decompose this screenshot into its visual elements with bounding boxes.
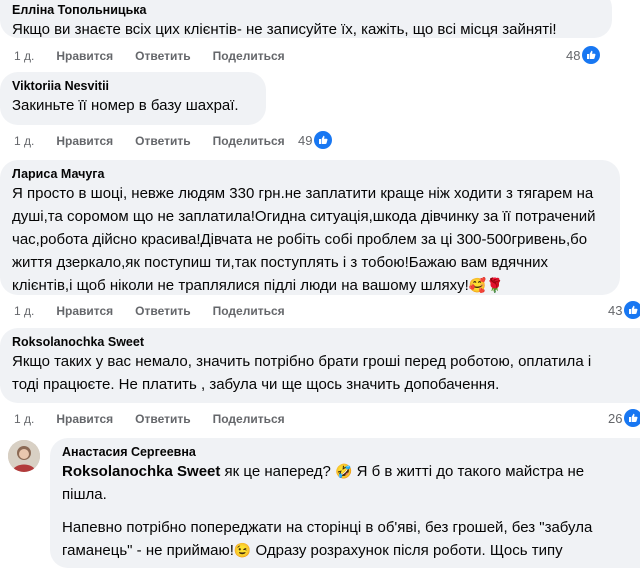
reaction-count-4[interactable]: 26 [608, 409, 640, 427]
reply-text-part: як це наперед? [220, 463, 336, 480]
reply-text-line: гаманець" - не приймаю!😉 Одразу розрахун… [62, 539, 628, 562]
reply-button[interactable]: Ответить [135, 134, 190, 148]
comment-text: Якщо ви знаєте всіх цих клієнтів- не зап… [12, 21, 557, 38]
reply-author[interactable]: Анастасия Сергеевна [62, 444, 628, 460]
comment-actions-3: 1 д. Нравится Ответить Поделиться [14, 303, 307, 319]
like-button[interactable]: Нравится [56, 412, 113, 426]
reply-button[interactable]: Ответить [135, 412, 190, 426]
avatar[interactable] [8, 440, 40, 472]
like-icon [624, 301, 640, 319]
comment-text-line: час,робота дійсно красива!Дівчата не роб… [12, 231, 588, 248]
reply-text-line: Roksolanochka Sweet як це наперед? 🤣 Я б… [62, 460, 628, 483]
reply-text-part: Одразу розрахунок після роботи. Щось тип… [251, 542, 563, 559]
reply-button[interactable]: Ответить [135, 304, 190, 318]
like-count: 43 [608, 302, 623, 318]
reply-spacer [62, 506, 628, 516]
share-button[interactable]: Поделиться [213, 49, 285, 63]
like-button[interactable]: Нравится [56, 134, 113, 148]
comment-text-line: тоді працюєте. Не платить , забула чи ще… [12, 376, 500, 393]
share-button[interactable]: Поделиться [213, 412, 285, 426]
like-count: 49 [298, 132, 313, 148]
reaction-count-2[interactable]: 49 [298, 131, 333, 149]
comment-author[interactable]: Viktoriia Nesvitii [12, 78, 254, 94]
comment-text-line: життя дзеркало,як поступиш ти,так поступ… [12, 254, 549, 271]
share-button[interactable]: Поделиться [213, 134, 285, 148]
reply-text-line: пішла. [62, 486, 107, 503]
like-icon [582, 46, 601, 64]
comment-text: Закиньте її номер в базу шахраї. [12, 97, 239, 114]
emoji-heart-rose: 🥰🌹 [468, 277, 504, 293]
comment-text-line: Я просто в шоці, невже людям 330 грн.не … [12, 185, 594, 202]
winking-emoji: 😉 [233, 542, 252, 558]
reply-text-line: Напевно потрібно попереджати на сторінці… [62, 519, 593, 536]
reaction-count-3[interactable]: 43 [608, 301, 640, 319]
share-button[interactable]: Поделиться [213, 304, 285, 318]
reply-bubble: Анастасия Сергеевна Roksolanochka Sweet … [50, 438, 640, 568]
like-icon [314, 131, 333, 149]
reply-text-part: гаманець" - не приймаю! [62, 542, 234, 559]
reply-button[interactable]: Ответить [135, 49, 190, 63]
comment-bubble-3: Лариса Мачуга Я просто в шоці, невже люд… [0, 160, 620, 295]
avatar-image [8, 440, 40, 472]
comment-author[interactable]: Лариса Мачуга [12, 166, 608, 182]
comment-bubble-2: Viktoriia Nesvitii Закиньте її номер в б… [0, 72, 266, 125]
comment-text-line: клієнтів,і щоб ніколи не траплялися підл… [12, 274, 608, 297]
comment-author[interactable]: Елліна Топольницька [12, 2, 600, 18]
comment-text-line: Якщо таких у вас немало, значить потрібн… [12, 353, 592, 370]
comment-text-last: клієнтів,і щоб ніколи не траплялися підл… [12, 277, 469, 294]
comment-text-line: душі,та соромом що не заплатила!Огидна с… [12, 208, 596, 225]
comment-age[interactable]: 1 д. [14, 134, 34, 148]
comment-age[interactable]: 1 д. [14, 304, 34, 318]
like-icon [624, 409, 640, 427]
comment-actions-4: 1 д. Нравится Ответить Поделиться [14, 411, 307, 427]
like-count: 26 [608, 410, 623, 426]
laughing-emoji: 🤣 [335, 463, 353, 479]
mention-link[interactable]: Roksolanochka Sweet [62, 463, 220, 480]
reaction-count-1[interactable]: 48 [566, 46, 601, 64]
reply-text-part: Я б в житті до такого майстра не [352, 463, 585, 480]
like-button[interactable]: Нравится [56, 49, 113, 63]
comment-author[interactable]: Roksolanochka Sweet [12, 334, 628, 350]
comment-actions-1: 1 д. Нравится Ответить Поделиться [14, 48, 307, 64]
comment-bubble-1: Елліна Топольницька Якщо ви знаєте всіх … [0, 0, 612, 38]
like-count: 48 [566, 47, 581, 63]
comment-actions-2: 1 д. Нравится Ответить Поделиться [14, 133, 307, 149]
comment-age[interactable]: 1 д. [14, 412, 34, 426]
comment-bubble-4: Roksolanochka Sweet Якщо таких у вас нем… [0, 328, 640, 403]
comment-age[interactable]: 1 д. [14, 49, 34, 63]
like-button[interactable]: Нравится [56, 304, 113, 318]
